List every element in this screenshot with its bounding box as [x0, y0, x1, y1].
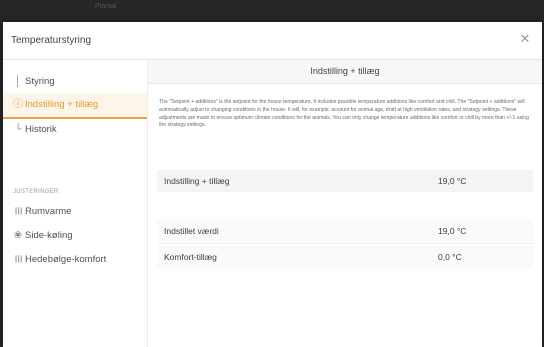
sidebar: │ Styring ⓘ Indstilling + tillæg └ Histo…: [3, 60, 148, 347]
close-icon[interactable]: ✕: [516, 30, 534, 48]
row-value: 19,0 °C: [438, 176, 467, 186]
section-label-adjustments: JUSTERINGER: [13, 189, 59, 195]
heatwave-icon: ┃┃┃: [14, 257, 23, 263]
sidebar-item-label: Side-køling: [25, 230, 73, 241]
summary-row: Indstilling + tillæg 19,0 °C: [157, 170, 533, 192]
sidebar-item-indstilling-tillaeg[interactable]: ⓘ Indstilling + tillæg: [3, 93, 147, 119]
info-icon: ⓘ: [13, 99, 23, 110]
temperature-control-dialog: Temperaturstyring ✕ │ Styring ⓘ Indstill…: [3, 22, 542, 347]
row-label: Komfort-tillæg: [164, 252, 217, 262]
sidebar-item-label: Indstilling + tillæg: [25, 99, 99, 110]
row-label: Indstillet værdi: [164, 226, 219, 236]
sidebar-item-side-koeling[interactable]: ❀ Side-køling: [3, 224, 147, 248]
dialog-header: Temperaturstyring ✕: [3, 22, 542, 60]
panel-title: Indstilling + tillæg: [310, 66, 380, 76]
comfort-addition-row: Komfort-tillæg 0,0 °C: [157, 246, 533, 268]
sidebar-item-styring[interactable]: │ Styring: [3, 70, 147, 94]
row-label: Indstilling + tillæg: [164, 176, 230, 186]
sidebar-item-label: Hedebølge-komfort: [25, 254, 107, 265]
row-divider: [157, 243, 533, 244]
sidebar-item-label: Styring: [25, 76, 55, 87]
row-value: 0,0 °C: [438, 252, 462, 262]
dialog-title: Temperaturstyring: [11, 35, 92, 46]
background-app-bar: Plantal: [0, 0, 544, 22]
main-panel: Indstilling + tillæg The "Setpoint + add…: [148, 60, 542, 347]
sidebar-item-label: Rumvarme: [25, 206, 72, 217]
setpoint-row: Indstillet værdi 19,0 °C: [157, 220, 533, 242]
heater-icon: ┃┃┃: [14, 209, 23, 215]
row-value: 19,0 °C: [438, 226, 467, 236]
sidebar-item-label: Historik: [25, 124, 57, 135]
fan-icon: ❀: [13, 230, 23, 241]
sidebar-item-rumvarme[interactable]: ┃┃┃ Rumvarme: [3, 200, 147, 224]
sidebar-item-historik[interactable]: └ Historik: [3, 118, 147, 142]
chart-icon: └: [14, 124, 22, 135]
thermometer-icon: │: [14, 76, 22, 87]
background-app-title: Plantal: [95, 3, 117, 10]
description-text: The "Setpoint + additions" is the setpoi…: [159, 99, 529, 129]
panel-header: Indstilling + tillæg: [148, 60, 542, 84]
sidebar-item-hedebolge-komfort[interactable]: ┃┃┃ Hedebølge-komfort: [3, 248, 147, 272]
